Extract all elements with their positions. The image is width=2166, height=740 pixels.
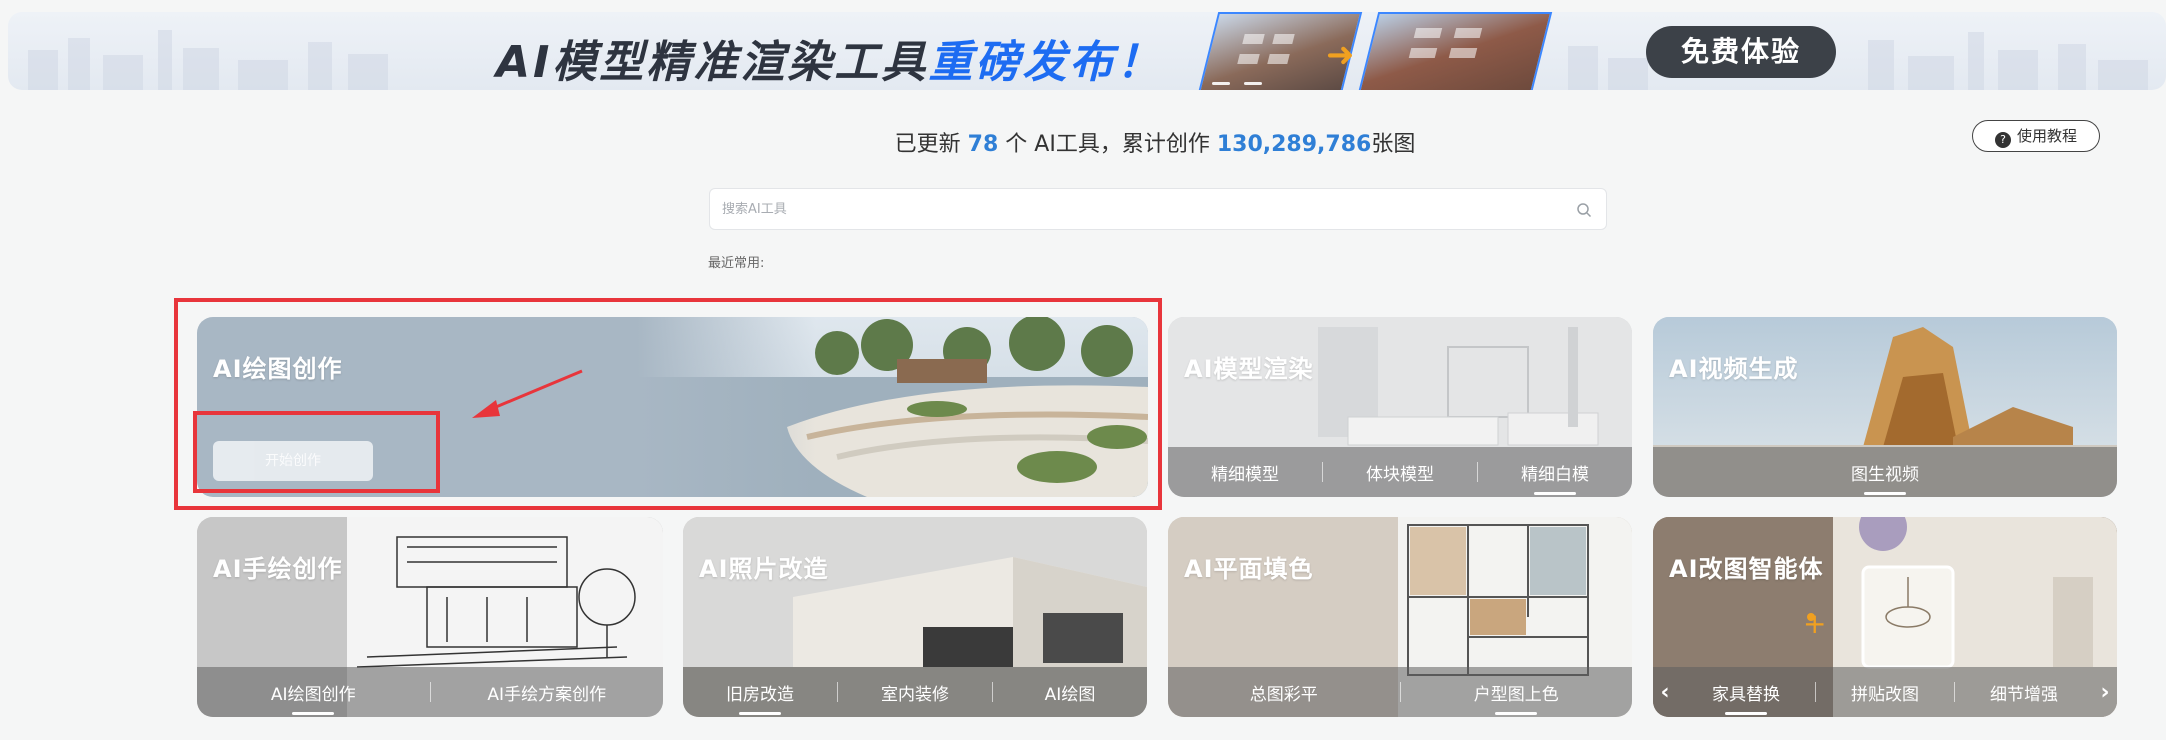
tab-site-plan-color[interactable]: 总图彩平 [1168,680,1400,705]
pointer-arrow-icon [472,369,583,418]
card-tab-bar: 总图彩平 户型图上色 [1168,667,1632,717]
search-box[interactable] [709,188,1607,230]
chevron-right-icon[interactable]: › [2093,680,2117,705]
card-title: AI绘图创作 [213,355,343,383]
card-title: AI照片改造 [699,555,829,583]
card-title: AI手绘创作 [213,555,343,583]
card-ai-video[interactable]: AI视频生成 图生视频 [1653,317,2117,497]
card-ai-sketch[interactable]: AI手绘创作 AI绘图创作 AI手绘方案创作 [197,517,663,717]
card-ai-model-render[interactable]: AI模型渲染 精细模型 体块模型 精细白模 [1168,317,1632,497]
image-count: 130,289,786 [1216,132,1372,157]
stats-mid: 个 AI工具，累计创作 [1005,132,1210,157]
card-ai-edit-agent[interactable]: + AI改图智能体 ‹ 家具替换 拼贴改图 细节增强 › [1653,517,2117,717]
tab-collage-edit[interactable]: 拼贴改图 [1816,680,1954,705]
card-tab-bar: AI绘图创作 AI手绘方案创作 [197,667,663,717]
tool-count: 78 [967,132,999,157]
tab-old-house[interactable]: 旧房改造 [683,680,837,705]
card-tab-bar: 精细模型 体块模型 精细白模 [1168,447,1632,497]
card-title: AI模型渲染 [1184,355,1314,383]
chevron-left-icon[interactable]: ‹ [1653,680,1677,705]
banner-building-photo-2 [1357,12,1553,90]
tab-floorplan-color[interactable]: 户型图上色 [1401,680,1633,705]
banner-pagination-dots[interactable] [1212,82,1262,85]
highlight-frame-button [193,411,440,493]
stats-prefix: 已更新 [894,132,961,157]
search-icon[interactable] [1576,202,1592,218]
transform-arrow-icon: ➜ [1326,35,1355,75]
tab-image-to-video[interactable]: 图生视频 [1653,460,2117,485]
tab-ai-drawing[interactable]: AI绘图创作 [197,680,430,705]
card-title: AI视频生成 [1669,355,1799,383]
search-input[interactable] [710,189,1554,229]
tab-fine-white-model[interactable]: 精细白模 [1478,460,1632,485]
tab-detail-enhance[interactable]: 细节增强 [1955,680,2093,705]
tab-interior-decor[interactable]: 室内装修 [838,680,992,705]
tab-mass-model[interactable]: 体块模型 [1323,460,1477,485]
question-icon: ? [1994,132,2011,148]
tab-ai-drawing[interactable]: AI绘图 [993,680,1147,705]
banner-headline-main: AI模型精准渲染工具 [496,37,929,88]
tutorial-button[interactable]: ? 使用教程 [1972,120,2100,152]
free-trial-button[interactable]: 免费体验 [1646,26,1836,78]
usage-stats: 已更新 78 个 AI工具，累计创作 130,289,786张图 [0,126,2166,158]
card-ai-floorplan-color[interactable]: AI平面填色 总图彩平 户型图上色 [1168,517,1632,717]
tab-sketch-plan[interactable]: AI手绘方案创作 [431,680,664,705]
stats-suffix: 张图 [1371,132,1416,157]
promo-banner[interactable]: AI模型精准渲染工具重磅发布！ ➜ 免费体验 [8,12,2166,90]
tab-fine-model[interactable]: 精细模型 [1168,460,1322,485]
recent-used-label: 最近常用: [708,256,765,271]
card-tab-bar: 旧房改造 室内装修 AI绘图 [683,667,1147,717]
lakeside-landscape-image [637,317,1148,497]
card-tab-bar: ‹ 家具替换 拼贴改图 细节增强 › [1653,667,2117,717]
card-ai-photo-renovation[interactable]: AI照片改造 旧房改造 室内装修 AI绘图 [683,517,1147,717]
svg-text:+: + [1803,607,1826,640]
card-tab-bar: 图生视频 [1653,447,2117,497]
card-title: AI改图智能体 [1669,555,1824,583]
card-title: AI平面填色 [1184,555,1314,583]
tutorial-label: 使用教程 [2016,127,2077,145]
tab-furniture-replace[interactable]: 家具替换 [1677,680,1815,705]
banner-headline-highlight: 重磅发布！ [928,37,1164,88]
banner-headline: AI模型精准渲染工具重磅发布！ [496,26,1163,90]
